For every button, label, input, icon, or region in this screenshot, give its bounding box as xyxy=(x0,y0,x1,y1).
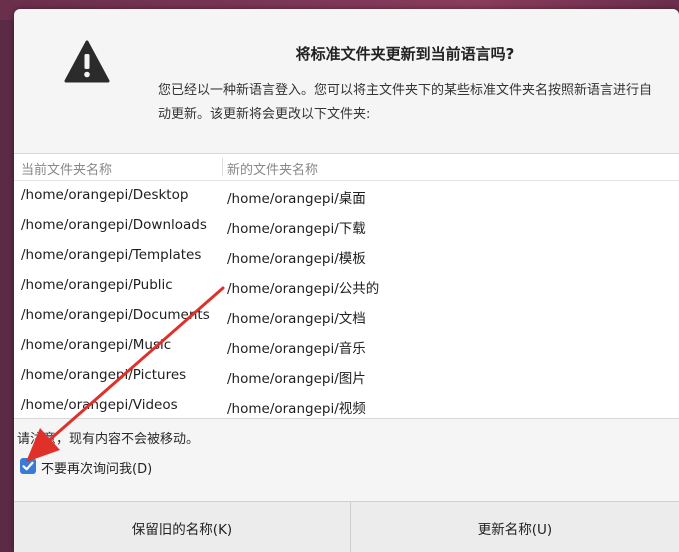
table-row[interactable]: /home/orangepi/Documents /home/orangepi/… xyxy=(14,301,679,331)
new-folder-cell: /home/orangepi/音乐 xyxy=(227,341,366,357)
column-header-current[interactable]: 当前文件夹名称 xyxy=(21,159,112,178)
new-folder-cell: /home/orangepi/公共的 xyxy=(227,281,380,297)
table-row[interactable]: /home/orangepi/Desktop /home/orangepi/桌面 xyxy=(14,181,679,211)
current-folder-cell: /home/orangepi/Desktop xyxy=(21,187,189,203)
new-folder-cell: /home/orangepi/文档 xyxy=(227,311,366,327)
new-folder-cell: /home/orangepi/图片 xyxy=(227,371,366,387)
current-folder-cell: /home/orangepi/Documents xyxy=(21,307,210,323)
table-row[interactable]: /home/orangepi/Templates /home/orangepi/… xyxy=(14,241,679,271)
dont-ask-again-checkbox[interactable] xyxy=(20,458,36,474)
folder-table: 当前文件夹名称 新的文件夹名称 /home/orangepi/Desktop /… xyxy=(14,153,679,419)
move-note: 请注意，现有内容不会被移动。 xyxy=(17,432,200,447)
table-row[interactable]: /home/orangepi/Downloads /home/orangepi/… xyxy=(14,211,679,241)
current-folder-cell: /home/orangepi/Public xyxy=(21,277,173,293)
table-row[interactable]: /home/orangepi/Public /home/orangepi/公共的 xyxy=(14,271,679,301)
dialog-description: 您已经以一种新语言登入。您可以将主文件夹下的某些标准文件夹名按照新语言进行自动更… xyxy=(158,83,653,122)
table-row[interactable]: /home/orangepi/Pictures /home/orangepi/图… xyxy=(14,361,679,391)
dont-ask-again-label[interactable]: 不要再次询问我(D) xyxy=(41,458,152,477)
table-row[interactable]: /home/orangepi/Videos /home/orangepi/视频 xyxy=(14,391,679,421)
keep-old-names-button[interactable]: 保留旧的名称(K) xyxy=(14,501,351,552)
warning-icon xyxy=(64,40,110,83)
new-folder-cell: /home/orangepi/视频 xyxy=(227,401,366,417)
current-folder-cell: /home/orangepi/Music xyxy=(21,337,172,353)
table-header: 当前文件夹名称 新的文件夹名称 xyxy=(14,154,679,181)
table-row[interactable]: /home/orangepi/Music /home/orangepi/音乐 xyxy=(14,331,679,361)
dialog-title: 将标准文件夹更新到当前语言吗? xyxy=(295,45,515,63)
new-folder-cell: /home/orangepi/下载 xyxy=(227,221,366,237)
current-folder-cell: /home/orangepi/Videos xyxy=(21,397,178,413)
current-folder-cell: /home/orangepi/Pictures xyxy=(21,367,187,383)
current-folder-cell: /home/orangepi/Downloads xyxy=(21,217,207,233)
column-separator xyxy=(222,158,223,176)
update-names-button[interactable]: 更新名称(U) xyxy=(351,501,679,552)
new-folder-cell: /home/orangepi/模板 xyxy=(227,251,366,267)
current-folder-cell: /home/orangepi/Templates xyxy=(21,247,202,263)
checkmark-icon xyxy=(22,461,34,471)
new-folder-cell: /home/orangepi/桌面 xyxy=(227,191,366,207)
column-header-new[interactable]: 新的文件夹名称 xyxy=(227,159,318,178)
update-folders-dialog: 将标准文件夹更新到当前语言吗? 您已经以一种新语言登入。您可以将主文件夹下的某些… xyxy=(14,9,679,552)
